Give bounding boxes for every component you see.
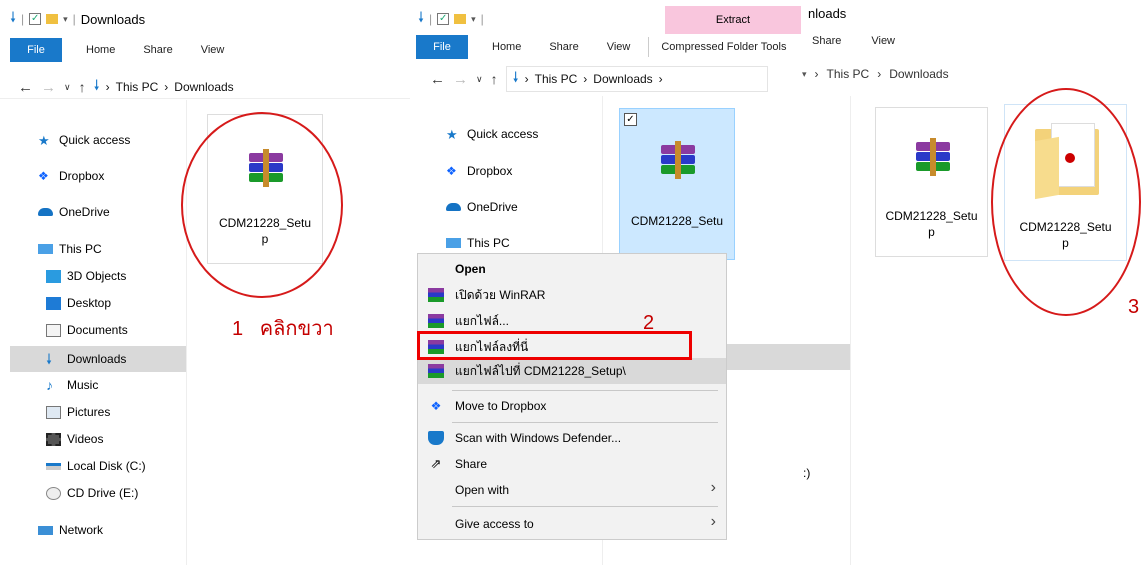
sidebar-item-downloads[interactable]: 🠗 Downloads <box>46 346 126 372</box>
onedrive-icon <box>38 208 53 216</box>
window-title-fragment: nloads <box>808 6 853 21</box>
sidebar-item-quick-access[interactable]: ★ Quick access <box>446 121 538 147</box>
network-icon <box>38 525 53 535</box>
download-icon: 🠗 <box>46 350 53 367</box>
menu-item-extract-to-folder[interactable]: แยกไฟล์ไปที่ CDM21228_Setup\ <box>418 358 726 384</box>
sidebar-item-dropbox[interactable]: ❖ Dropbox <box>38 163 104 189</box>
star-icon: ★ <box>38 132 50 148</box>
sidebar-item-3d-objects[interactable]: 3D Objects <box>46 263 126 289</box>
annotation-step-2: 2 <box>643 312 655 334</box>
winrar-icon <box>428 314 444 328</box>
tab-extract[interactable]: Extract <box>665 6 801 34</box>
computer-icon <box>38 244 53 254</box>
sidebar-item-videos[interactable]: Videos <box>46 426 103 452</box>
annotation-circle-3 <box>991 88 1141 316</box>
annotation-circle-1 <box>181 112 343 298</box>
sidebar-item-onedrive[interactable]: OneDrive <box>38 199 110 225</box>
context-menu: Open เปิดด้วย WinRAR แยกไฟล์... แยกไฟล์ล… <box>417 253 727 540</box>
tab-compressed-folder-tools[interactable]: Compressed Folder Tools <box>653 35 794 59</box>
menu-separator <box>452 390 718 391</box>
menu-item-move-to-dropbox[interactable]: ❖ Move to Dropbox <box>418 393 726 419</box>
sidebar-item-dropbox[interactable]: ❖ Dropbox <box>446 158 512 184</box>
address-bar-3: ▾ › This PC › Downloads <box>802 62 1148 86</box>
sidebar-item-onedrive[interactable]: OneDrive <box>446 194 518 220</box>
navigation-pane: ★ Quick access ❖ Dropbox OneDrive This PC … <box>0 0 186 565</box>
tab-share[interactable]: Share <box>812 30 849 52</box>
menu-item-open-with-winrar[interactable]: เปิดด้วย WinRAR <box>418 282 726 308</box>
annotation-step-1: 1 คลิกขวา <box>232 318 334 340</box>
menu-item-open-with[interactable]: Open with › <box>418 477 726 503</box>
file-tile-rar-selected[interactable]: ✓ CDM21228_Setu <box>619 108 735 260</box>
document-icon <box>46 323 61 337</box>
menu-item-give-access[interactable]: Give access to › <box>418 511 726 537</box>
video-icon <box>46 432 61 446</box>
file-name: CDM21228_Setu p <box>885 209 978 239</box>
chevron-right-icon: › <box>710 479 716 496</box>
tab-view[interactable]: View <box>849 30 909 52</box>
desktop-icon <box>46 296 61 310</box>
chevron-right-icon: › <box>710 513 716 530</box>
onedrive-icon <box>446 203 461 211</box>
sidebar-item-music[interactable]: ♪ Music <box>46 372 98 398</box>
disk-icon <box>46 462 61 470</box>
sidebar-item-this-pc[interactable]: This PC <box>38 236 102 262</box>
annotation-step-3: 3 <box>1128 296 1140 318</box>
highlight-box-extract-here <box>417 331 692 360</box>
sidebar-item-documents[interactable]: Documents <box>46 317 128 343</box>
tab-view[interactable]: View <box>187 38 239 62</box>
sidebar-item-local-disk[interactable]: Local Disk (C:) <box>46 453 146 479</box>
shield-icon <box>428 431 444 445</box>
cd-icon <box>46 486 61 500</box>
computer-icon <box>446 238 461 248</box>
dropbox-icon: ❖ <box>446 163 457 178</box>
file-name: CDM21228_Setu <box>630 214 724 228</box>
dropbox-icon: ❖ <box>430 399 442 413</box>
menu-item-open[interactable]: Open <box>418 256 726 282</box>
share-icon: ⇗ <box>430 456 442 471</box>
music-icon: ♪ <box>46 376 53 393</box>
sidebar-item-network[interactable]: Network <box>38 517 103 543</box>
dropbox-icon: ❖ <box>38 168 49 183</box>
menu-item-scan-defender[interactable]: Scan with Windows Defender... <box>418 425 726 451</box>
winrar-icon <box>428 288 444 302</box>
file-tile-rar[interactable]: CDM21228_Setu p <box>875 107 988 257</box>
sidebar-item-cd-drive[interactable]: CD Drive (E:) <box>46 480 138 506</box>
breadcrumb-this-pc[interactable]: This PC <box>827 67 870 81</box>
cube-icon <box>46 269 61 283</box>
breadcrumb-downloads[interactable]: Downloads <box>889 67 948 81</box>
breadcrumb-downloads[interactable]: Downloads <box>593 72 652 86</box>
star-icon: ★ <box>446 126 458 142</box>
item-checkbox[interactable]: ✓ <box>624 113 637 126</box>
sidebar-item-pictures[interactable]: Pictures <box>46 399 110 425</box>
menu-separator <box>452 422 718 423</box>
menu-item-share[interactable]: ⇗ Share <box>418 451 726 477</box>
sidebar-item-desktop[interactable]: Desktop <box>46 290 111 316</box>
ribbon-tabs-3: Share View <box>812 30 910 52</box>
winrar-archive-icon <box>657 139 697 183</box>
explorer-window-1: 🠗 | ✓ ▾ | Downloads File Home Share View… <box>0 0 410 565</box>
winrar-icon <box>428 364 444 378</box>
picture-icon <box>46 405 61 419</box>
menu-separator <box>452 506 718 507</box>
winrar-archive-icon <box>912 136 952 180</box>
sidebar-item-quick-access[interactable]: ★ Quick access <box>38 127 130 153</box>
